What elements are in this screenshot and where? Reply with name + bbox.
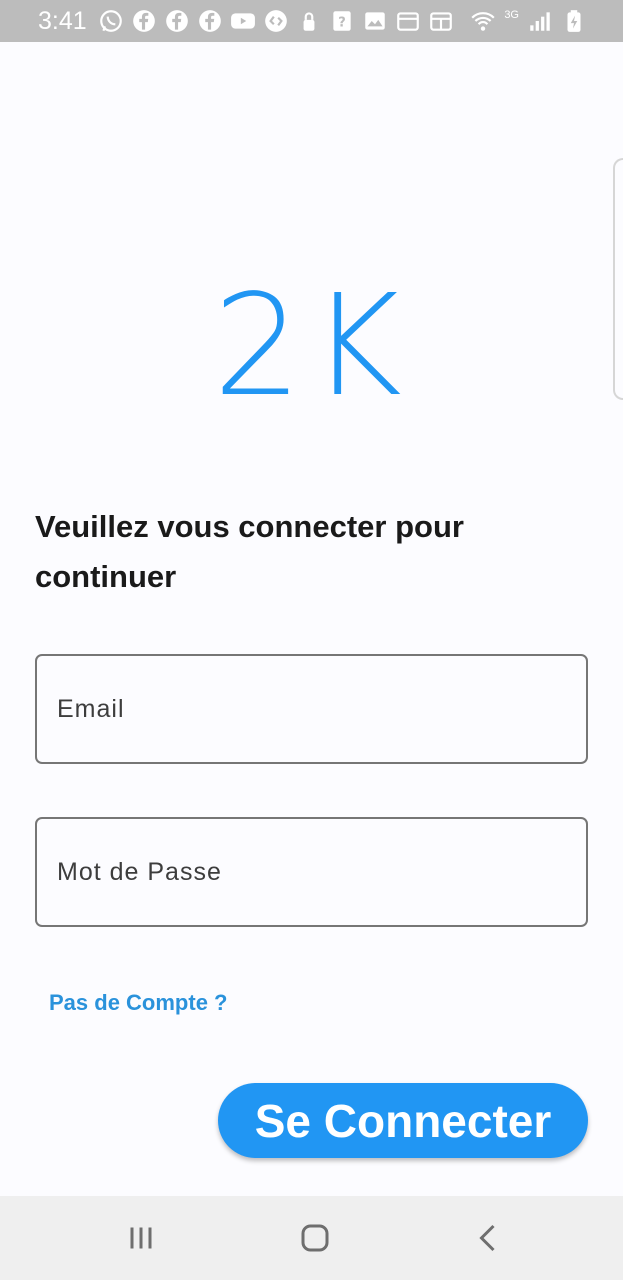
status-bar: 3:41 ? 3G — [0, 0, 623, 42]
recents-button[interactable] — [96, 1196, 186, 1280]
password-field[interactable] — [35, 817, 588, 927]
signup-link[interactable]: Pas de Compte ? — [49, 990, 227, 1016]
calendar-icon — [395, 8, 421, 34]
battery-charging-icon — [561, 8, 587, 34]
login-prompt: Veuillez vous connecter pour continuer — [35, 509, 464, 594]
lock-icon — [296, 8, 322, 34]
status-time: 3:41 — [38, 7, 87, 35]
facebook-icon — [131, 8, 157, 34]
wifi-icon — [470, 8, 496, 34]
back-button[interactable] — [444, 1196, 534, 1280]
app-logo: 2K — [213, 265, 410, 428]
back-icon — [479, 1224, 495, 1252]
facebook-icon — [197, 8, 223, 34]
image-icon — [362, 8, 388, 34]
home-icon — [301, 1224, 329, 1252]
navigation-bar — [0, 1196, 623, 1280]
facebook-icon — [164, 8, 190, 34]
email-field[interactable] — [35, 654, 588, 764]
login-button[interactable]: Se Connecter — [218, 1083, 588, 1158]
whatsapp-icon — [98, 8, 124, 34]
recents-icon — [130, 1227, 152, 1249]
shazam-icon — [263, 8, 289, 34]
signal-icon — [527, 8, 553, 34]
status-right: 3G — [470, 8, 587, 34]
notification-icons: ? — [98, 8, 454, 34]
help-icon: ? — [329, 8, 355, 34]
password-input[interactable] — [37, 819, 586, 925]
home-button[interactable] — [270, 1196, 360, 1280]
email-input[interactable] — [37, 656, 586, 762]
youtube-icon — [230, 8, 256, 34]
network-type: 3G — [504, 9, 519, 21]
news-icon — [428, 8, 454, 34]
svg-text:?: ? — [338, 15, 346, 30]
